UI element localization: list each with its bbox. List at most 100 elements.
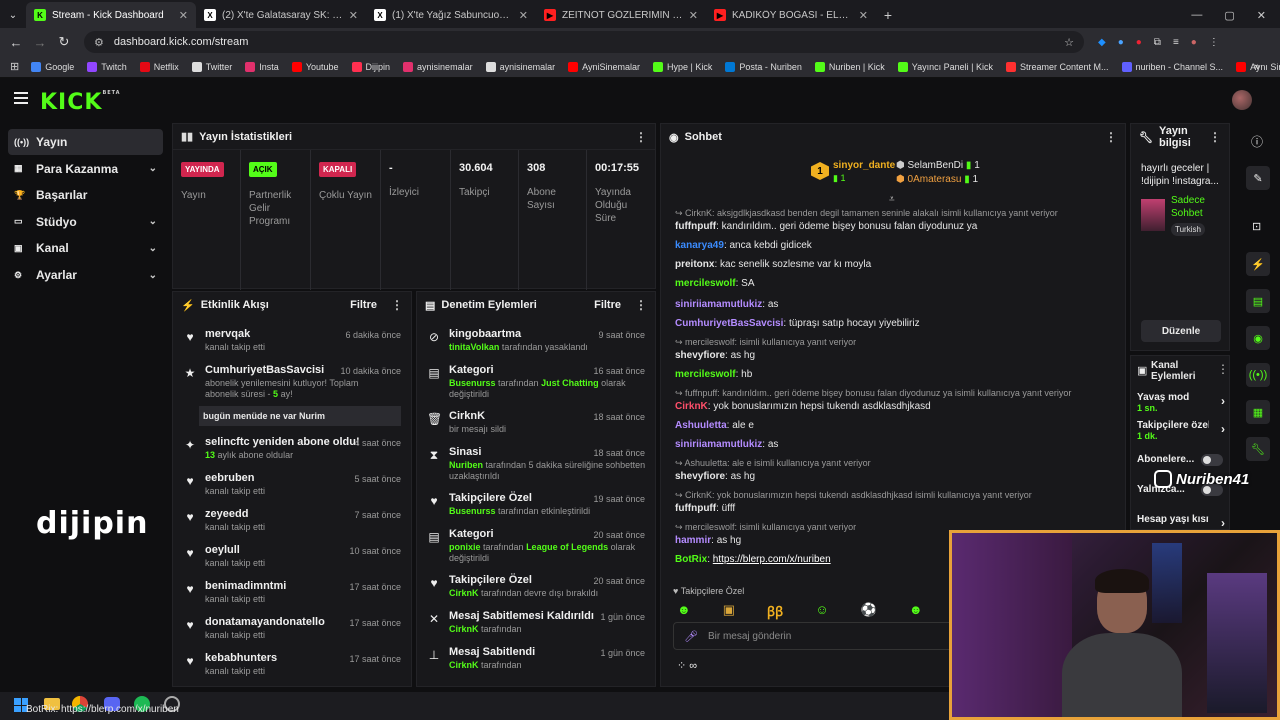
chat-username[interactable]: siniriiamamutlukiz	[675, 439, 762, 450]
emote-icon[interactable]: ⚽	[861, 602, 877, 620]
bookmark-item[interactable]: Dijipin	[351, 61, 390, 72]
close-window-icon[interactable]: ✕	[1257, 9, 1266, 22]
moderation-item[interactable]: ♥ Takipçilere Özel 20 saat önce CirknK tara…	[417, 574, 655, 599]
channel-action-item[interactable]: Hesap yaşı kısıtl ›	[1137, 514, 1225, 530]
chevron-down-icon[interactable]: ⌄	[149, 243, 157, 254]
browser-tab[interactable]: X (1) X'te Yağız Sabuncuoğlu: "Be ✕	[366, 2, 536, 28]
emote-icon[interactable]: ꞵꞵ	[767, 602, 783, 620]
category-thumbnail[interactable]	[1141, 199, 1165, 231]
moderation-item[interactable]: ✕ Mesaj Sabitlemesi Kaldırıldı 1 gün önce C…	[417, 610, 655, 635]
activity-item[interactable]: ♥ eebruben 5 saat önce kanalı takip etti	[173, 472, 411, 497]
sidebar-item-yayın[interactable]: ((•)) Yayın	[8, 129, 163, 155]
scroll-down-icon[interactable]: ⩡	[889, 194, 895, 205]
category-name[interactable]: Sadece Sohbet	[1171, 194, 1227, 220]
channel-action-item[interactable]: Takipçilere özel s1 dk. ›	[1137, 420, 1225, 441]
chat-message[interactable]: mercileswolf: SA	[675, 278, 1095, 289]
filter-button[interactable]: Filtre	[350, 299, 377, 311]
emote-icon[interactable]: ☺	[815, 602, 828, 620]
bookmark-item[interactable]: Twitch	[87, 61, 127, 72]
bookmark-item[interactable]: Streamer Content M...	[1005, 61, 1109, 72]
activity-item[interactable]: ★ CumhuriyetBasSavcisi 10 dakika önce abone…	[173, 364, 411, 426]
forward-icon[interactable]: →	[28, 35, 52, 50]
moderation-item[interactable]: 🗑 CirknK 18 saat önce bir mesajı sildi	[417, 410, 655, 435]
chat-text[interactable]: https://blerp.com/x/nuriben	[713, 554, 831, 565]
filter-button[interactable]: Filtre	[594, 299, 621, 311]
sidebar-item-para-kazanma[interactable]: ▦ Para Kazanma ⌄	[8, 156, 163, 182]
bookmark-item[interactable]: Posta - Nuriben	[725, 61, 802, 72]
tab-close-icon[interactable]: ✕	[519, 9, 528, 22]
apps-grid-icon[interactable]: ⊞	[10, 60, 19, 73]
broadcast-rail-icon[interactable]: ((•))	[1246, 363, 1270, 387]
bookmark-item[interactable]: Yayıncı Paneli | Kick	[897, 61, 993, 72]
back-icon[interactable]: ←	[4, 35, 28, 50]
moderation-item[interactable]: ⊥ Mesaj Sabitlendi 1 gün önce CirknK tarafı…	[417, 646, 655, 671]
sidebar-item-başarılar[interactable]: 🏆 Başarılar	[8, 182, 163, 208]
chat-username[interactable]: hammir	[675, 535, 711, 546]
panel-menu-icon[interactable]: ⋮	[1217, 362, 1229, 376]
chat-message[interactable]: fuffnpuff: üfff	[675, 503, 1095, 514]
panel-menu-icon[interactable]: ⋮	[635, 130, 647, 144]
panel-menu-icon[interactable]: ⋮	[635, 298, 647, 312]
screen-capture-icon[interactable]: ⊡	[1252, 220, 1261, 233]
wrench-rail-icon[interactable]: 🔧︎	[1246, 437, 1270, 461]
bookmark-item[interactable]: AyniSinemalar	[568, 61, 640, 72]
chevron-right-icon[interactable]: ›	[1221, 516, 1225, 530]
user-avatar[interactable]	[1232, 90, 1252, 110]
emote-icon[interactable]: ☻	[677, 602, 691, 620]
emote-icon[interactable]: ▣	[723, 602, 735, 620]
panel-menu-icon[interactable]: ⋮	[391, 298, 403, 312]
browser-tab[interactable]: X (2) X'te Galatasaray SK: "👏 @G ✕	[196, 2, 366, 28]
bookmark-item[interactable]: Nuriben | Kick	[814, 61, 885, 72]
chat-settings-icon[interactable]: ⁘ ∞	[677, 659, 697, 672]
layout-rail-icon[interactable]: ▦	[1246, 400, 1270, 424]
activity-item[interactable]: ♥ benimadimntmi 17 saat önce kanalı takip e…	[173, 580, 411, 605]
chat-username[interactable]: fuffnpuff	[675, 503, 716, 514]
edit-button[interactable]: Düzenle	[1141, 320, 1221, 342]
media-icon[interactable]: ≡	[1173, 37, 1179, 48]
toggle-switch[interactable]	[1201, 454, 1223, 466]
document-rail-icon[interactable]: ▤	[1246, 289, 1270, 313]
chat-username[interactable]: mercileswolf	[675, 278, 736, 289]
bookmark-item[interactable]: Google	[31, 61, 74, 72]
tab-close-icon[interactable]: ✕	[859, 9, 868, 22]
maximize-icon[interactable]: ▢	[1224, 9, 1234, 22]
microphone-icon[interactable]: 🎤︎	[684, 630, 698, 643]
activity-item[interactable]: ♥ zeyeedd 7 saat önce kanalı takip etti	[173, 508, 411, 533]
chevron-right-icon[interactable]: ›	[1221, 422, 1225, 436]
activity-item[interactable]: ♥ donatamayandonatello 17 saat önce kanalı …	[173, 616, 411, 641]
url-field[interactable]: ⚙ dashboard.kick.com/stream ☆	[84, 31, 1084, 53]
moderation-item[interactable]: ▤ Kategori 16 saat önce Busenurss tarafında…	[417, 364, 655, 400]
tab-search-button[interactable]: ⌄	[0, 2, 26, 28]
chat-message[interactable]: mercileswolf: hb	[675, 369, 1095, 380]
bookmark-star-icon[interactable]: ☆	[1064, 36, 1074, 49]
browser-tab[interactable]: ▶ ZEITNOT GÖZLERİMİN İÇİNDE ✕	[536, 2, 706, 28]
site-info-icon[interactable]: ⚙	[94, 36, 104, 49]
gifter-1-name[interactable]: sinyor_dante	[833, 160, 895, 171]
tab-close-icon[interactable]: ✕	[689, 9, 698, 22]
chat-rail-icon[interactable]: ◉	[1246, 326, 1270, 350]
bookmark-item[interactable]: Insta	[245, 61, 279, 72]
edit-pencil-icon[interactable]: ✎	[1246, 166, 1270, 190]
profile-avatar-icon[interactable]: ●	[1191, 37, 1197, 48]
extension-red-icon[interactable]: ●	[1136, 37, 1142, 48]
chat-message[interactable]: preitonx: kac senelik sozlesme var kı mo…	[675, 259, 1095, 270]
chat-message[interactable]: siniriiamamutlukiz: as	[675, 299, 1095, 310]
chat-username[interactable]: siniriiamamutlukiz	[675, 299, 762, 310]
bookmark-item[interactable]: Hype | Kick	[652, 61, 712, 72]
moderation-item[interactable]: ▤ Kategori 20 saat önce ponixie tarafından …	[417, 528, 655, 564]
chevron-down-icon[interactable]: ⌄	[149, 163, 157, 174]
chevron-down-icon[interactable]: ⌄	[149, 270, 157, 281]
chat-input[interactable]: 🎤︎ Bir mesaj gönderin	[673, 622, 953, 650]
info-icon[interactable]: ⓘ	[1251, 133, 1263, 150]
gifter-2-name[interactable]: SelamBenDi	[908, 160, 964, 171]
chevron-right-icon[interactable]: ›	[1221, 394, 1225, 408]
kick-logo[interactable]: KICKBETA	[40, 90, 121, 115]
activity-item[interactable]: ♥ kebabhunters 17 saat önce kanalı takip et…	[173, 652, 411, 677]
chat-username[interactable]: CirknK	[675, 401, 708, 412]
channel-action-item[interactable]: Yavaş mod 1 sn. ›	[1137, 392, 1225, 413]
chat-username[interactable]: CumhuriyetBasSavcisi	[675, 318, 783, 329]
chat-username[interactable]: shevyfiore	[675, 350, 725, 361]
bookmark-item[interactable]: Netflix	[139, 61, 179, 72]
chat-username[interactable]: Ashuuletta	[675, 420, 727, 431]
panel-menu-icon[interactable]: ⋮	[1105, 130, 1117, 144]
